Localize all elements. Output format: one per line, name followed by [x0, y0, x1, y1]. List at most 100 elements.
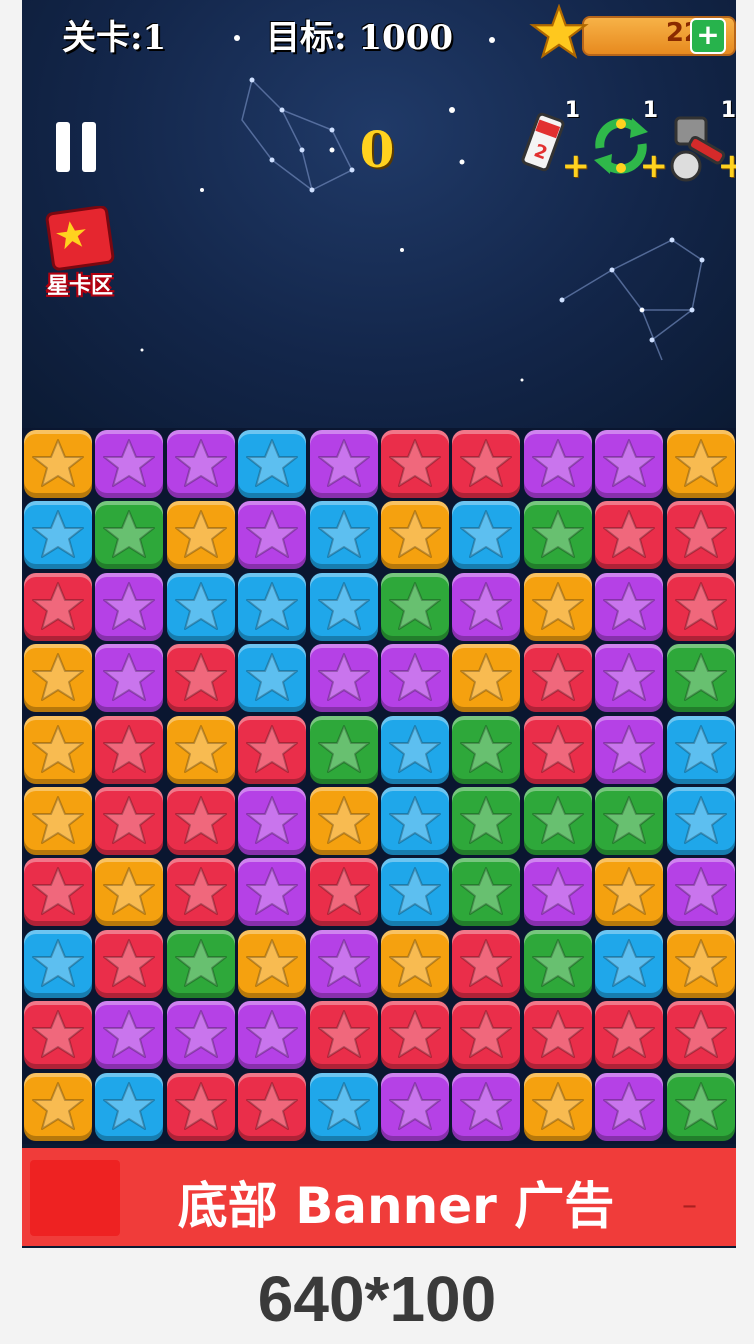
purple-star-tile[interactable]	[523, 430, 592, 498]
banner-close-icon[interactable]: –	[682, 1188, 697, 1223]
brush-tool-button[interactable]: 2 1 +	[510, 98, 590, 186]
yellow-star-tile[interactable]	[523, 1072, 592, 1141]
add-coins-button[interactable]: +	[690, 18, 726, 54]
purple-star-tile[interactable]	[309, 929, 378, 998]
red-star-tile[interactable]	[309, 1001, 378, 1070]
purple-star-tile[interactable]	[523, 858, 592, 927]
red-star-tile[interactable]	[95, 715, 164, 784]
yellow-star-tile[interactable]	[24, 787, 92, 855]
purple-star-tile[interactable]	[309, 644, 378, 713]
yellow-star-tile[interactable]	[595, 858, 664, 927]
red-star-tile[interactable]	[666, 1001, 735, 1070]
red-star-tile[interactable]	[523, 715, 592, 784]
green-star-tile[interactable]	[523, 501, 592, 570]
blue-star-tile[interactable]	[166, 572, 235, 641]
yellow-star-tile[interactable]	[238, 929, 307, 998]
blue-star-tile[interactable]	[238, 644, 307, 713]
green-star-tile[interactable]	[523, 929, 592, 998]
yellow-star-tile[interactable]	[24, 715, 92, 784]
red-star-tile[interactable]	[452, 430, 521, 498]
yellow-star-tile[interactable]	[523, 572, 592, 641]
purple-star-tile[interactable]	[238, 787, 307, 855]
green-star-tile[interactable]	[666, 644, 735, 713]
purple-star-tile[interactable]	[381, 644, 449, 713]
yellow-star-tile[interactable]	[24, 430, 92, 498]
red-star-tile[interactable]	[166, 644, 235, 713]
red-star-tile[interactable]	[595, 1001, 664, 1070]
blue-star-tile[interactable]	[24, 929, 92, 998]
red-star-tile[interactable]	[95, 787, 164, 855]
blue-star-tile[interactable]	[666, 787, 735, 855]
purple-star-tile[interactable]	[166, 430, 235, 498]
purple-star-tile[interactable]	[238, 501, 307, 570]
blue-star-tile[interactable]	[666, 715, 735, 784]
red-star-tile[interactable]	[309, 858, 378, 927]
red-star-tile[interactable]	[166, 1072, 235, 1141]
red-star-tile[interactable]	[523, 1001, 592, 1070]
purple-star-tile[interactable]	[95, 1001, 164, 1070]
yellow-star-tile[interactable]	[452, 644, 521, 713]
purple-star-tile[interactable]	[595, 430, 664, 498]
purple-star-tile[interactable]	[166, 1001, 235, 1070]
yellow-star-tile[interactable]	[381, 501, 449, 570]
red-star-tile[interactable]	[238, 1072, 307, 1141]
green-star-tile[interactable]	[166, 929, 235, 998]
blue-star-tile[interactable]	[238, 572, 307, 641]
star-card-album-button[interactable]: 星卡区	[34, 205, 126, 299]
red-star-tile[interactable]	[166, 858, 235, 927]
blue-star-tile[interactable]	[381, 715, 449, 784]
blue-star-tile[interactable]	[309, 1072, 378, 1141]
purple-star-tile[interactable]	[595, 572, 664, 641]
blue-star-tile[interactable]	[238, 430, 307, 498]
yellow-star-tile[interactable]	[309, 787, 378, 855]
red-star-tile[interactable]	[24, 572, 92, 641]
purple-star-tile[interactable]	[666, 858, 735, 927]
blue-star-tile[interactable]	[309, 572, 378, 641]
purple-star-tile[interactable]	[238, 858, 307, 927]
red-star-tile[interactable]	[595, 501, 664, 570]
red-star-tile[interactable]	[381, 430, 449, 498]
purple-star-tile[interactable]	[595, 1072, 664, 1141]
green-star-tile[interactable]	[309, 715, 378, 784]
yellow-star-tile[interactable]	[381, 929, 449, 998]
red-star-tile[interactable]	[95, 929, 164, 998]
red-star-tile[interactable]	[452, 929, 521, 998]
red-star-tile[interactable]	[666, 501, 735, 570]
red-star-tile[interactable]	[452, 1001, 521, 1070]
yellow-star-tile[interactable]	[666, 929, 735, 998]
purple-star-tile[interactable]	[595, 644, 664, 713]
red-star-tile[interactable]	[523, 644, 592, 713]
blue-star-tile[interactable]	[381, 787, 449, 855]
bottom-banner-ad[interactable]: 底部 Banner 广告 –	[22, 1148, 736, 1246]
refresh-tool-button[interactable]: 1 +	[588, 98, 668, 186]
green-star-tile[interactable]	[381, 572, 449, 641]
purple-star-tile[interactable]	[595, 715, 664, 784]
purple-star-tile[interactable]	[95, 572, 164, 641]
green-star-tile[interactable]	[452, 715, 521, 784]
green-star-tile[interactable]	[452, 858, 521, 927]
yellow-star-tile[interactable]	[24, 644, 92, 713]
blue-star-tile[interactable]	[309, 501, 378, 570]
pause-button[interactable]	[56, 122, 100, 172]
green-star-tile[interactable]	[95, 501, 164, 570]
hammer-tool-button[interactable]: 1 +	[666, 98, 736, 186]
yellow-star-tile[interactable]	[95, 858, 164, 927]
yellow-star-tile[interactable]	[24, 1072, 92, 1141]
red-star-tile[interactable]	[381, 1001, 449, 1070]
green-star-tile[interactable]	[452, 787, 521, 855]
purple-star-tile[interactable]	[95, 430, 164, 498]
green-star-tile[interactable]	[666, 1072, 735, 1141]
yellow-star-tile[interactable]	[166, 715, 235, 784]
purple-star-tile[interactable]	[452, 1072, 521, 1141]
red-star-tile[interactable]	[166, 787, 235, 855]
blue-star-tile[interactable]	[24, 501, 92, 570]
purple-star-tile[interactable]	[452, 572, 521, 641]
yellow-star-tile[interactable]	[166, 501, 235, 570]
blue-star-tile[interactable]	[95, 1072, 164, 1141]
green-star-tile[interactable]	[523, 787, 592, 855]
purple-star-tile[interactable]	[95, 644, 164, 713]
purple-star-tile[interactable]	[381, 1072, 449, 1141]
purple-star-tile[interactable]	[238, 1001, 307, 1070]
red-star-tile[interactable]	[238, 715, 307, 784]
blue-star-tile[interactable]	[452, 501, 521, 570]
